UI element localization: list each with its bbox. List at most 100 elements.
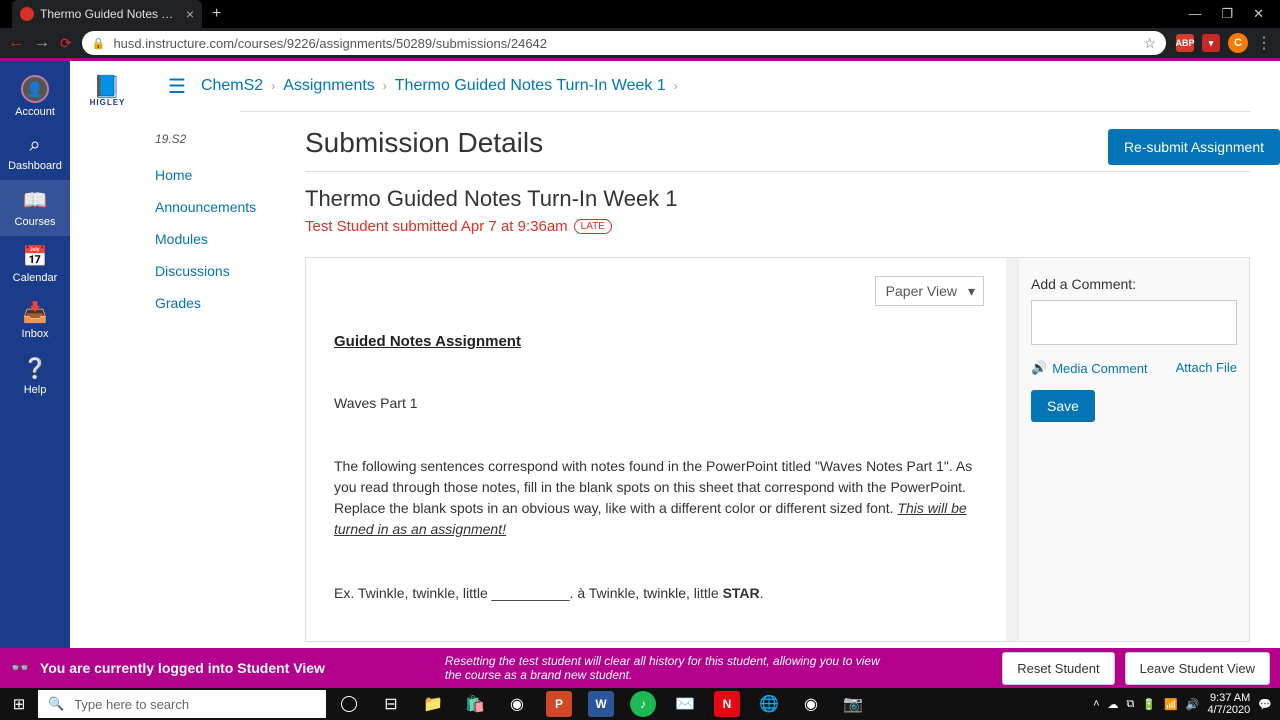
- netflix-icon[interactable]: N: [710, 688, 744, 720]
- inbox-icon: 📥: [23, 300, 48, 325]
- global-nav: 👤 Account ⌕ Dashboard 📖 Courses 📅 Calend…: [0, 61, 70, 688]
- nav-inbox-label: Inbox: [22, 328, 49, 340]
- submission-body: Paper View Guided Notes Assignment Waves…: [305, 257, 1250, 642]
- student-view-text: You are currently logged into Student Vi…: [40, 660, 325, 676]
- close-window-icon[interactable]: ✕: [1253, 6, 1264, 22]
- course-nav-modules[interactable]: Modules: [155, 231, 208, 247]
- hamburger-icon[interactable]: ☰: [168, 74, 186, 99]
- back-icon[interactable]: ←: [8, 34, 24, 52]
- mail-icon[interactable]: ✉️: [668, 688, 702, 720]
- maximize-icon[interactable]: ❐: [1221, 6, 1233, 22]
- start-button[interactable]: ⊞: [0, 688, 38, 720]
- camera-icon[interactable]: 📷: [836, 688, 870, 720]
- nav-dashboard[interactable]: ⌕ Dashboard: [0, 126, 70, 180]
- doc-para-text: The following sentences correspond with …: [334, 458, 972, 516]
- comment-panel: Add a Comment: 🔊 Media Comment Attach Fi…: [1019, 258, 1249, 641]
- late-badge: LATE: [574, 219, 612, 234]
- steam-icon[interactable]: ◉: [500, 688, 534, 720]
- word-icon[interactable]: W: [584, 688, 618, 720]
- clock-date: 4/7/2020: [1207, 704, 1250, 716]
- course-nav: 19.S2 Home Announcements Modules Discuss…: [150, 112, 305, 642]
- doc-example-a: Ex. Twinkle, twinkle, little __________.…: [334, 585, 723, 601]
- close-icon[interactable]: ×: [186, 6, 194, 22]
- crumb-section[interactable]: Assignments: [283, 77, 375, 95]
- save-button[interactable]: Save: [1031, 390, 1095, 422]
- address-bar[interactable]: 🔒 husd.instructure.com/courses/9226/assi…: [82, 31, 1166, 55]
- school-logo[interactable]: 📘 HIGLEY: [70, 61, 150, 688]
- chevron-right-icon: ›: [271, 79, 275, 93]
- edge-icon[interactable]: 🌐: [752, 688, 786, 720]
- powerpoint-icon[interactable]: P: [542, 688, 576, 720]
- nav-help-label: Help: [24, 384, 47, 396]
- taskbar-clock[interactable]: 9:37 AM 4/7/2020: [1207, 692, 1250, 716]
- forward-icon[interactable]: →: [34, 34, 50, 52]
- store-icon[interactable]: 🛍️: [458, 688, 492, 720]
- nav-inbox[interactable]: 📥 Inbox: [0, 292, 70, 348]
- chrome-icon[interactable]: ◉: [794, 688, 828, 720]
- abp-extension-icon[interactable]: ABP: [1176, 34, 1194, 52]
- student-view-bar: 👓 You are currently logged into Student …: [0, 648, 1280, 688]
- document-preview[interactable]: Paper View Guided Notes Assignment Waves…: [306, 258, 1019, 641]
- media-comment-link[interactable]: 🔊 Media Comment: [1031, 360, 1148, 376]
- resubmit-button[interactable]: Re-submit Assignment: [1108, 129, 1280, 165]
- nav-courses[interactable]: 📖 Courses: [0, 180, 70, 236]
- submission-area: Submission Details Grade: / 0 Thermo Gui…: [305, 112, 1250, 642]
- comment-textarea[interactable]: [1031, 300, 1237, 345]
- file-explorer-icon[interactable]: 📁: [416, 688, 450, 720]
- lock-icon: 🔒: [92, 37, 106, 50]
- tray-chevron-icon[interactable]: ˄: [1093, 698, 1099, 710]
- chevron-right-icon: ›: [674, 79, 678, 93]
- doc-example: Ex. Twinkle, twinkle, little __________.…: [334, 585, 990, 601]
- view-mode-select[interactable]: Paper View: [875, 276, 984, 306]
- course-nav-grades[interactable]: Grades: [155, 295, 201, 311]
- search-icon: 🔍: [48, 696, 64, 712]
- course-nav-announcements[interactable]: Announcements: [155, 199, 256, 215]
- profile-avatar[interactable]: C: [1228, 33, 1248, 53]
- page-title: Submission Details: [305, 127, 543, 159]
- notifications-icon[interactable]: 💬: [1258, 698, 1272, 711]
- task-view-icon[interactable]: ⊟: [374, 688, 408, 720]
- reset-student-button[interactable]: Reset Student: [1002, 652, 1114, 685]
- nav-account[interactable]: 👤 Account: [0, 67, 70, 126]
- tray-battery-icon[interactable]: 🔋: [1142, 698, 1156, 711]
- attach-file-link[interactable]: Attach File: [1176, 360, 1237, 376]
- tab-title: Thermo Guided Notes Turn-In W: [40, 7, 180, 21]
- kebab-menu-icon[interactable]: ⋮: [1256, 33, 1272, 53]
- bookmark-star-icon[interactable]: ☆: [1143, 35, 1156, 52]
- course-nav-discussions[interactable]: Discussions: [155, 263, 230, 279]
- tray-volume-icon[interactable]: 🔊: [1186, 698, 1200, 711]
- tray-dropbox-icon[interactable]: ⧉: [1127, 698, 1135, 711]
- reload-icon[interactable]: ⟳: [60, 35, 72, 52]
- logo-text: HIGLEY: [90, 98, 126, 107]
- crumb-course[interactable]: ChemS2: [201, 77, 263, 95]
- courses-icon: 📖: [23, 188, 48, 213]
- nav-calendar[interactable]: 📅 Calendar: [0, 236, 70, 292]
- doc-subtitle: Waves Part 1: [334, 395, 990, 411]
- dashboard-icon: ⌕: [29, 134, 40, 157]
- clock-time: 9:37 AM: [1207, 692, 1250, 704]
- taskbar-search[interactable]: 🔍 Type here to search: [38, 690, 326, 718]
- tray-wifi-icon[interactable]: 📶: [1164, 698, 1178, 711]
- audio-icon: 🔊: [1031, 360, 1047, 376]
- browser-toolbar: ← → ⟳ 🔒 husd.instructure.com/courses/922…: [0, 28, 1280, 58]
- extension-icons: ABP ▾ C ⋮: [1176, 33, 1272, 53]
- user-avatar-icon: 👤: [21, 75, 49, 103]
- course-nav-home[interactable]: Home: [155, 167, 192, 183]
- crumb-page[interactable]: Thermo Guided Notes Turn-In Week 1: [395, 77, 666, 95]
- minimize-icon[interactable]: —: [1188, 6, 1201, 22]
- spotify-icon[interactable]: ♪: [626, 688, 660, 720]
- tray-onedrive-icon[interactable]: ☁: [1108, 698, 1119, 711]
- new-tab-button[interactable]: +: [212, 5, 221, 23]
- tab-favicon-icon: [20, 7, 34, 21]
- page: 👤 Account ⌕ Dashboard 📖 Courses 📅 Calend…: [0, 58, 1280, 688]
- cortana-icon[interactable]: [332, 688, 366, 720]
- course-term: 19.S2: [150, 132, 305, 146]
- pdf-extension-icon[interactable]: ▾: [1202, 34, 1220, 52]
- nav-help[interactable]: ❔ Help: [0, 348, 70, 404]
- help-icon: ❔: [23, 356, 48, 381]
- doc-example-bold: STAR: [723, 585, 760, 601]
- nav-courses-label: Courses: [15, 216, 56, 228]
- leave-student-view-button[interactable]: Leave Student View: [1125, 652, 1270, 685]
- scrollbar-thumb[interactable]: [1007, 258, 1017, 438]
- browser-tab[interactable]: Thermo Guided Notes Turn-In W ×: [12, 0, 202, 28]
